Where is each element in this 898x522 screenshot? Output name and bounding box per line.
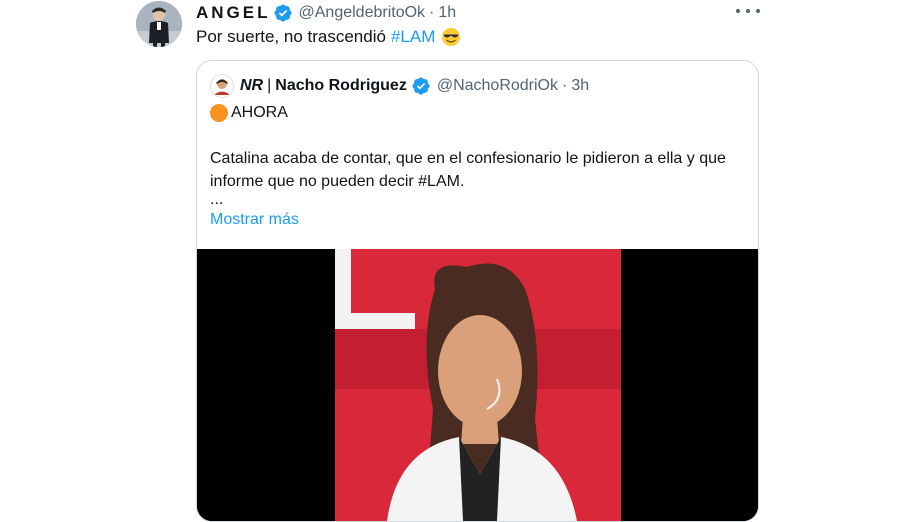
- verified-badge-icon: [411, 76, 431, 96]
- quoted-status-text: AHORA: [231, 104, 288, 121]
- quoted-tweet-header: NR | Nacho Rodriguez @NachoRodriOk · 3h: [210, 74, 589, 98]
- author-name[interactable]: ANGEL: [196, 3, 271, 23]
- tweet-header: ANGEL @AngeldebritoOk · 1h: [196, 2, 456, 24]
- hashtag-link[interactable]: #LAM: [391, 26, 435, 48]
- quoted-brand: NR: [240, 77, 264, 94]
- quoted-status-line: AHORA: [210, 101, 288, 125]
- quoted-author-name[interactable]: Nacho Rodriguez: [275, 77, 407, 95]
- quoted-tweet-time[interactable]: 3h: [571, 77, 589, 95]
- quoted-text-ellipsis: ...: [210, 191, 224, 208]
- more-options-icon[interactable]: [736, 4, 760, 18]
- orange-circle-icon: [210, 104, 228, 122]
- quoted-video-thumbnail[interactable]: [197, 249, 758, 521]
- quoted-tweet-text: Catalina acaba de contar, que en el conf…: [210, 150, 726, 190]
- verified-badge-icon: [273, 3, 293, 23]
- quoted-brand-separator: |: [267, 77, 272, 94]
- quoted-author-avatar[interactable]: [210, 74, 234, 98]
- tweet-time[interactable]: 1h: [438, 4, 456, 22]
- tweet-text: Por suerte, no trascendió #LAM: [196, 26, 461, 48]
- show-more-link[interactable]: Mostrar más: [210, 211, 299, 229]
- separator-dot: ·: [562, 77, 568, 94]
- author-handle[interactable]: @AngeldebritoOk: [299, 4, 426, 22]
- tweet-text-body: Por suerte, no trascendió: [196, 27, 386, 46]
- smiling-face-with-sunglasses-icon: [441, 27, 461, 47]
- quoted-author-handle[interactable]: @NachoRodriOk: [437, 77, 558, 95]
- separator-dot: ·: [429, 4, 435, 21]
- quoted-tweet-card[interactable]: NR | Nacho Rodriguez @NachoRodriOk · 3h …: [196, 60, 759, 522]
- author-avatar[interactable]: [136, 1, 182, 47]
